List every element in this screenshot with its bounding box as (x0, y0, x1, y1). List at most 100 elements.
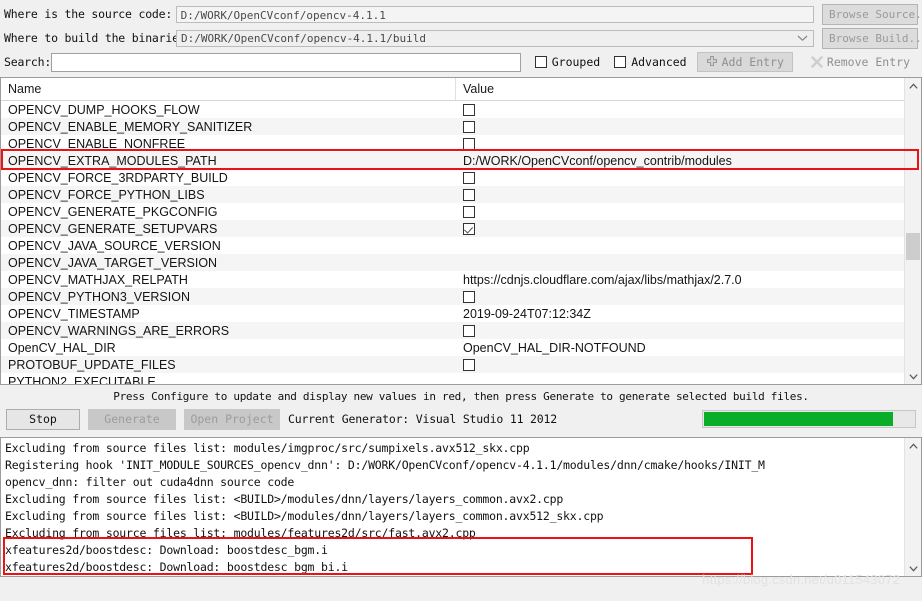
table-row[interactable]: PROTOBUF_UPDATE_FILES (1, 356, 904, 373)
table-content: Name Value OPENCV_DUMP_HOOKS_FLOW OPENCV_… (1, 78, 904, 384)
cache-variable-name: OPENCV_DUMP_HOOKS_FLOW (8, 102, 200, 117)
add-entry-label: Add Entry (721, 55, 784, 69)
table-row[interactable]: PYTHON2_EXECUTABLE (1, 373, 904, 385)
cache-variable-name: PROTOBUF_UPDATE_FILES (8, 357, 176, 372)
grouped-checkbox-label: Grouped (551, 55, 601, 69)
advanced-checkbox[interactable]: Advanced (614, 55, 687, 69)
log-line: Excluding from source files list: <BUILD… (5, 509, 604, 523)
build-path-label: Where to build the binaries: (4, 31, 193, 45)
cache-value-checkbox[interactable] (463, 324, 475, 337)
cache-variable-name: OPENCV_FORCE_3RDPARTY_BUILD (8, 170, 228, 185)
source-path-row: Where is the source code: D:/WORK/OpenCV… (0, 2, 922, 26)
progress-bar-fill (704, 412, 893, 426)
browse-build-button[interactable]: Browse Build... (822, 27, 922, 49)
log-line: Registering hook 'INIT_MODULE_SOURCES_op… (5, 458, 765, 472)
cache-variable-name: OPENCV_ENABLE_MEMORY_SANITIZER (8, 119, 253, 134)
generate-button[interactable]: Generate (88, 408, 176, 430)
log-scrollbar[interactable] (904, 438, 921, 576)
hint-message: Press Configure to update and display ne… (113, 390, 809, 403)
cache-value-checkbox[interactable] (463, 188, 475, 201)
table-row[interactable]: OPENCV_FORCE_3RDPARTY_BUILD (1, 169, 904, 186)
cache-variable-name: OPENCV_GENERATE_SETUPVARS (8, 221, 218, 236)
log-scroll-track[interactable] (905, 454, 921, 560)
grouped-checkbox-box[interactable] (534, 56, 547, 68)
cache-value-checkbox[interactable] (463, 358, 475, 371)
build-path-combo[interactable]: D:/WORK/OpenCVconf/opencv-4.1.1/build (176, 29, 814, 47)
browse-source-button[interactable]: Browse Source... (822, 3, 922, 25)
scroll-down-arrow-icon[interactable] (905, 368, 921, 384)
table-row[interactable]: OPENCV_GENERATE_SETUPVARS (1, 220, 904, 237)
cache-variable-value[interactable] (456, 290, 904, 303)
cache-variable-name: OpenCV_HAL_DIR (8, 340, 116, 355)
table-row[interactable]: OPENCV_EXTRA_MODULES_PATH D:/WORK/OpenCVc… (1, 152, 904, 169)
grouped-checkbox[interactable]: Grouped (534, 55, 601, 69)
remove-entry-label: Remove Entry (826, 55, 910, 69)
log-line: xfeatures2d/boostdesc: Download: boostde… (5, 560, 348, 574)
build-path-value: D:/WORK/OpenCVconf/opencv-4.1.1/build (181, 31, 427, 45)
scroll-up-arrow-icon[interactable] (905, 78, 921, 94)
search-input[interactable] (51, 52, 521, 72)
table-row[interactable]: OPENCV_ENABLE_MEMORY_SANITIZER (1, 118, 904, 135)
cache-variable-value[interactable]: https://cdnjs.cloudflare.com/ajax/libs/m… (456, 273, 904, 287)
cache-variable-value[interactable] (456, 103, 904, 116)
cache-variable-value[interactable] (456, 205, 904, 218)
table-row[interactable]: OPENCV_WARNINGS_ARE_ERRORS (1, 322, 904, 339)
table-row[interactable]: OPENCV_TIMESTAMP 2019-09-24T07:12:34Z (1, 305, 904, 322)
cache-variable-value[interactable]: D:/WORK/OpenCVconf/opencv_contrib/module… (456, 154, 904, 168)
plus-icon (706, 56, 718, 68)
cache-variable-value[interactable] (456, 120, 904, 133)
cache-value-checkbox[interactable] (463, 103, 475, 116)
table-row[interactable]: OPENCV_FORCE_PYTHON_LIBS (1, 186, 904, 203)
cache-variable-value[interactable] (456, 222, 904, 235)
cache-value-checkbox[interactable] (463, 137, 475, 150)
column-header-value[interactable]: Value (456, 78, 904, 100)
table-row[interactable]: OPENCV_DUMP_HOOKS_FLOW (1, 101, 904, 118)
cache-value-checkbox[interactable] (463, 171, 475, 184)
close-x-icon (811, 56, 823, 68)
cache-variables-table[interactable]: Name Value OPENCV_DUMP_HOOKS_FLOW OPENCV_… (0, 77, 922, 385)
action-bar: Stop Generate Open Project Current Gener… (0, 405, 922, 435)
cache-variable-value[interactable] (456, 171, 904, 184)
source-path-input[interactable]: D:/WORK/OpenCVconf/opencv-4.1.1 (175, 5, 814, 23)
cache-value-checkbox[interactable] (463, 222, 475, 235)
column-header-name[interactable]: Name (1, 78, 456, 100)
search-label: Search: (4, 55, 52, 69)
cache-variable-value[interactable] (456, 188, 904, 201)
cache-variable-name: OPENCV_JAVA_TARGET_VERSION (8, 255, 218, 270)
paths-section: Where is the source code: D:/WORK/OpenCV… (0, 0, 922, 74)
advanced-checkbox-box[interactable] (614, 56, 627, 68)
table-row[interactable]: OpenCV_HAL_DIR OpenCV_HAL_DIR-NOTFOUND (1, 339, 904, 356)
cache-variable-value[interactable]: 2019-09-24T07:12:34Z (456, 307, 904, 321)
add-entry-button[interactable]: Add Entry (696, 52, 793, 72)
cache-value-checkbox[interactable] (463, 290, 475, 303)
open-project-button[interactable]: Open Project (184, 408, 280, 430)
cache-scroll-track[interactable] (905, 94, 921, 368)
cache-value-checkbox[interactable] (463, 205, 475, 218)
table-row[interactable]: OPENCV_ENABLE_NONFREE (1, 135, 904, 152)
table-row[interactable]: OPENCV_JAVA_TARGET_VERSION (1, 254, 904, 271)
cache-variable-name: OPENCV_EXTRA_MODULES_PATH (8, 153, 217, 168)
cache-scroll-thumb[interactable] (906, 233, 920, 260)
log-output-panel[interactable]: Excluding from source files list: module… (0, 437, 922, 577)
log-scroll-down-arrow-icon[interactable] (905, 560, 921, 576)
build-path-row: Where to build the binaries: D:/WORK/Ope… (0, 26, 922, 50)
log-line: Excluding from source files list: <BUILD… (5, 492, 564, 506)
cache-variable-name: OPENCV_TIMESTAMP (8, 306, 140, 321)
table-row[interactable]: OPENCV_JAVA_SOURCE_VERSION (1, 237, 904, 254)
cache-table-scrollbar[interactable] (904, 78, 921, 384)
table-row[interactable]: OPENCV_GENERATE_PKGCONFIG (1, 203, 904, 220)
log-scroll-up-arrow-icon[interactable] (905, 438, 921, 454)
remove-entry-button[interactable]: Remove Entry (803, 52, 918, 72)
cache-variable-value[interactable] (456, 358, 904, 371)
stop-button[interactable]: Stop (6, 408, 80, 430)
table-row[interactable]: OPENCV_MATHJAX_RELPATH https://cdnjs.clou… (1, 271, 904, 288)
cache-value-checkbox[interactable] (463, 120, 475, 133)
cache-variable-value[interactable] (456, 324, 904, 337)
chevron-down-icon[interactable] (795, 31, 809, 46)
source-path-label: Where is the source code: (4, 7, 173, 21)
cache-variable-value[interactable] (456, 137, 904, 150)
table-row[interactable]: OPENCV_PYTHON3_VERSION (1, 288, 904, 305)
cache-variable-value[interactable]: OpenCV_HAL_DIR-NOTFOUND (456, 341, 904, 355)
log-line: xfeatures2d/boostdesc: Download: boostde… (5, 543, 328, 557)
cache-variable-name: OPENCV_WARNINGS_ARE_ERRORS (8, 323, 230, 338)
